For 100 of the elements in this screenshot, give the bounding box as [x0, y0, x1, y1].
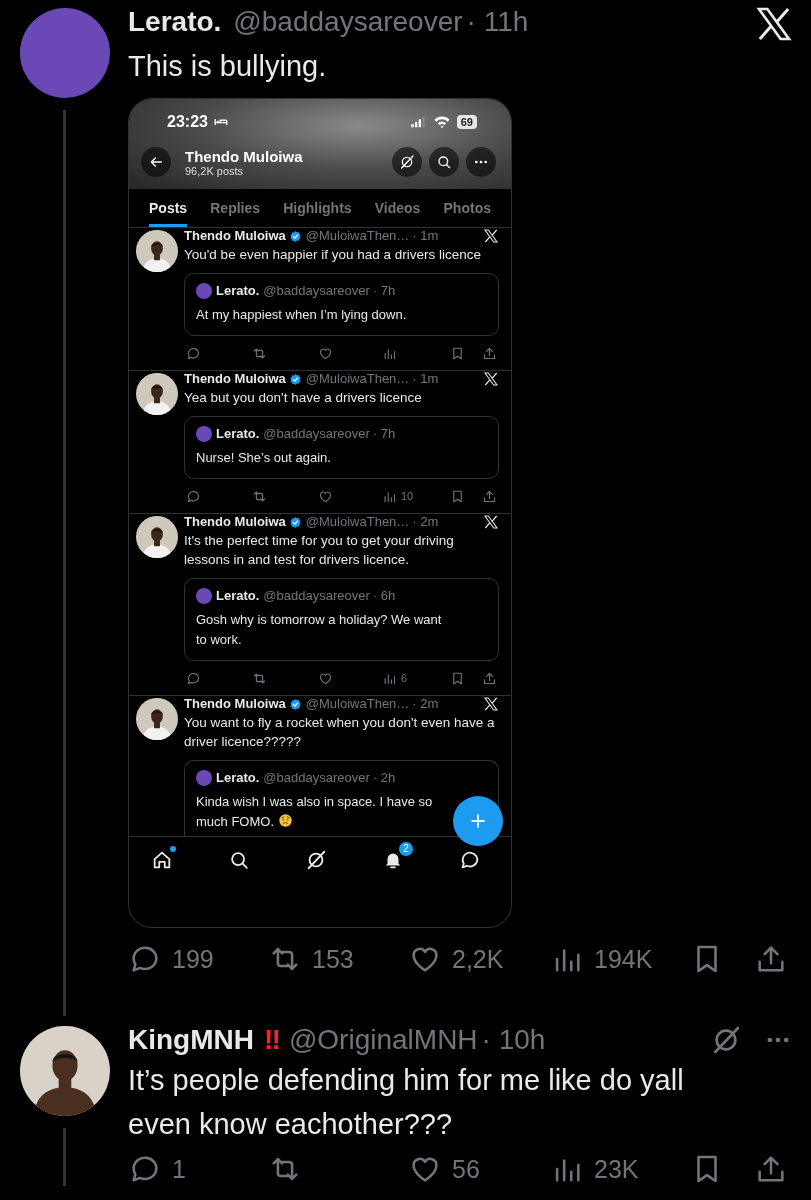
repost-icon[interactable]: [252, 670, 267, 686]
speech-bubble-icon[interactable]: [186, 670, 201, 686]
avatar: [196, 426, 212, 442]
post-text: It’s people defending him for me like do yall even know eachother???: [128, 1063, 685, 1142]
quoted-post[interactable]: Lerato. @baddaysareover · 7h Nurse! She’s out again.: [184, 416, 499, 479]
view-count: 6: [401, 672, 408, 684]
author-handle[interactable]: @MuloiwaThen…: [305, 695, 410, 713]
action-count: 1: [172, 1154, 186, 1184]
author-handle[interactable]: @OriginalMNH: [288, 1022, 478, 1058]
author-name[interactable]: KingMNH: [128, 1022, 254, 1058]
compose-button[interactable]: [453, 796, 503, 846]
chat-bubble-icon[interactable]: [459, 849, 481, 871]
double-exclamation-mark: ‼: [264, 1023, 277, 1057]
share-icon[interactable]: [482, 670, 497, 686]
slashed-circle-icon[interactable]: [305, 849, 327, 871]
home-icon[interactable]: [151, 849, 173, 871]
post-time: · 2m: [412, 695, 439, 713]
author-handle[interactable]: @baddaysareover: [233, 4, 463, 40]
profile-tab[interactable]: Videos: [374, 189, 421, 227]
repost-icon[interactable]: [252, 488, 267, 504]
action-count: 199: [172, 944, 214, 974]
view-count: 10: [401, 490, 414, 502]
author-handle: @baddaysareover: [263, 769, 370, 787]
back-button[interactable]: [141, 147, 171, 177]
quoted-post[interactable]: Lerato. @baddaysareover · 7h At my happiest when I’m lying down.: [184, 273, 499, 336]
post-text: You'd be even happier if you had a drivers licence: [184, 246, 483, 264]
author-name: Lerato.: [216, 587, 260, 605]
post-time: · 1m: [412, 227, 439, 245]
author-name[interactable]: Lerato.: [128, 4, 222, 40]
author-name: Lerato.: [216, 769, 260, 787]
share-icon[interactable]: [482, 345, 497, 361]
search-icon: [436, 154, 452, 170]
heart-icon[interactable]: [318, 488, 333, 504]
post-time: · 2h: [372, 769, 396, 787]
bookmark-icon[interactable]: [450, 488, 465, 504]
slashed-circle-icon: [399, 154, 415, 170]
profile-tab[interactable]: Posts: [149, 189, 188, 227]
quoted-post[interactable]: Lerato. @baddaysareover · 6h Gosh why is tomorrow a holiday? We want to work.: [184, 578, 499, 661]
post-text: Nurse! She’s out again.: [196, 450, 331, 465]
author-name: Lerato.: [216, 425, 260, 443]
grok-button[interactable]: [392, 147, 422, 177]
search-icon[interactable]: [228, 849, 250, 871]
x-logo-icon: [483, 696, 499, 712]
post-time[interactable]: · 10h: [481, 1022, 546, 1058]
post-text: This is bullying.: [128, 49, 328, 84]
author-handle[interactable]: @MuloiwaThen…: [305, 227, 410, 245]
author-handle: @baddaysareover: [263, 587, 370, 605]
profile-tab[interactable]: Replies: [210, 189, 261, 227]
speech-bubble-icon[interactable]: [186, 345, 201, 361]
heart-icon[interactable]: [318, 345, 333, 361]
author-handle: @baddaysareover: [263, 425, 370, 443]
post-text: It's the perfect time for you to get your driving lessons in and test for drivers licence.: [184, 532, 455, 569]
plus-icon: [468, 811, 488, 831]
post-time: · 1m: [412, 370, 439, 388]
action-count: 153: [312, 944, 354, 974]
repost-icon[interactable]: [252, 345, 267, 361]
post-count: 96,2K posts: [185, 164, 245, 177]
avatar: [196, 588, 212, 604]
author-name[interactable]: Thendo Muloiwa: [184, 695, 286, 713]
bookmark-icon[interactable]: [450, 670, 465, 686]
status-time: 23:23: [167, 113, 208, 131]
avatar: [196, 283, 212, 299]
author-name[interactable]: Thendo Muloiwa: [184, 227, 286, 245]
bookmark-icon[interactable]: [450, 345, 465, 361]
signal-icon: [408, 114, 427, 130]
battery-level: 69: [456, 115, 477, 129]
action-count: 194K: [594, 944, 653, 974]
author-handle: @baddaysareover: [263, 282, 370, 300]
post-text: Gosh why is tomorrow a holiday? We want to work.: [196, 612, 442, 647]
post-time: · 7h: [372, 425, 396, 443]
x-logo-icon: [483, 228, 499, 244]
profile-tab[interactable]: Highlights: [283, 189, 352, 227]
action-count: 56: [452, 1154, 480, 1184]
profile-tab[interactable]: Photos: [443, 189, 491, 227]
author-handle[interactable]: @MuloiwaThen…: [305, 370, 410, 388]
post-time: · 6h: [372, 587, 396, 605]
author-name[interactable]: Thendo Muloiwa: [184, 513, 286, 531]
post-time: · 2m: [412, 513, 439, 531]
post-text: Kinda wish I was also in space. I have so much FOMO.: [196, 794, 433, 829]
back-arrow-icon: [148, 154, 164, 170]
post-time: · 7h: [372, 282, 396, 300]
author-handle[interactable]: @MuloiwaThen…: [305, 513, 410, 531]
x-logo-icon: [483, 514, 499, 530]
action-count: 23K: [594, 1154, 639, 1184]
search-button[interactable]: [429, 147, 459, 177]
avatar: [196, 770, 212, 786]
author-name: Lerato.: [216, 282, 260, 300]
profile-name: Thendo Muloiwa: [185, 147, 304, 165]
action-count: 2,2K: [452, 944, 504, 974]
speech-bubble-icon[interactable]: [186, 488, 201, 504]
post-time[interactable]: · 11h: [466, 4, 529, 40]
more-button[interactable]: [466, 147, 496, 177]
share-icon[interactable]: [482, 488, 497, 504]
post-text: You want to fly a rocket when you don't even have a driver licence?????: [184, 714, 496, 751]
author-name[interactable]: Thendo Muloiwa: [184, 370, 286, 388]
post-text: At my happiest when I’m lying down.: [196, 307, 407, 322]
x-logo-icon: [483, 371, 499, 387]
notification-badge: 2: [399, 842, 413, 856]
heart-icon[interactable]: [318, 670, 333, 686]
post-text: Yea but you don't have a drivers licence: [184, 389, 423, 407]
